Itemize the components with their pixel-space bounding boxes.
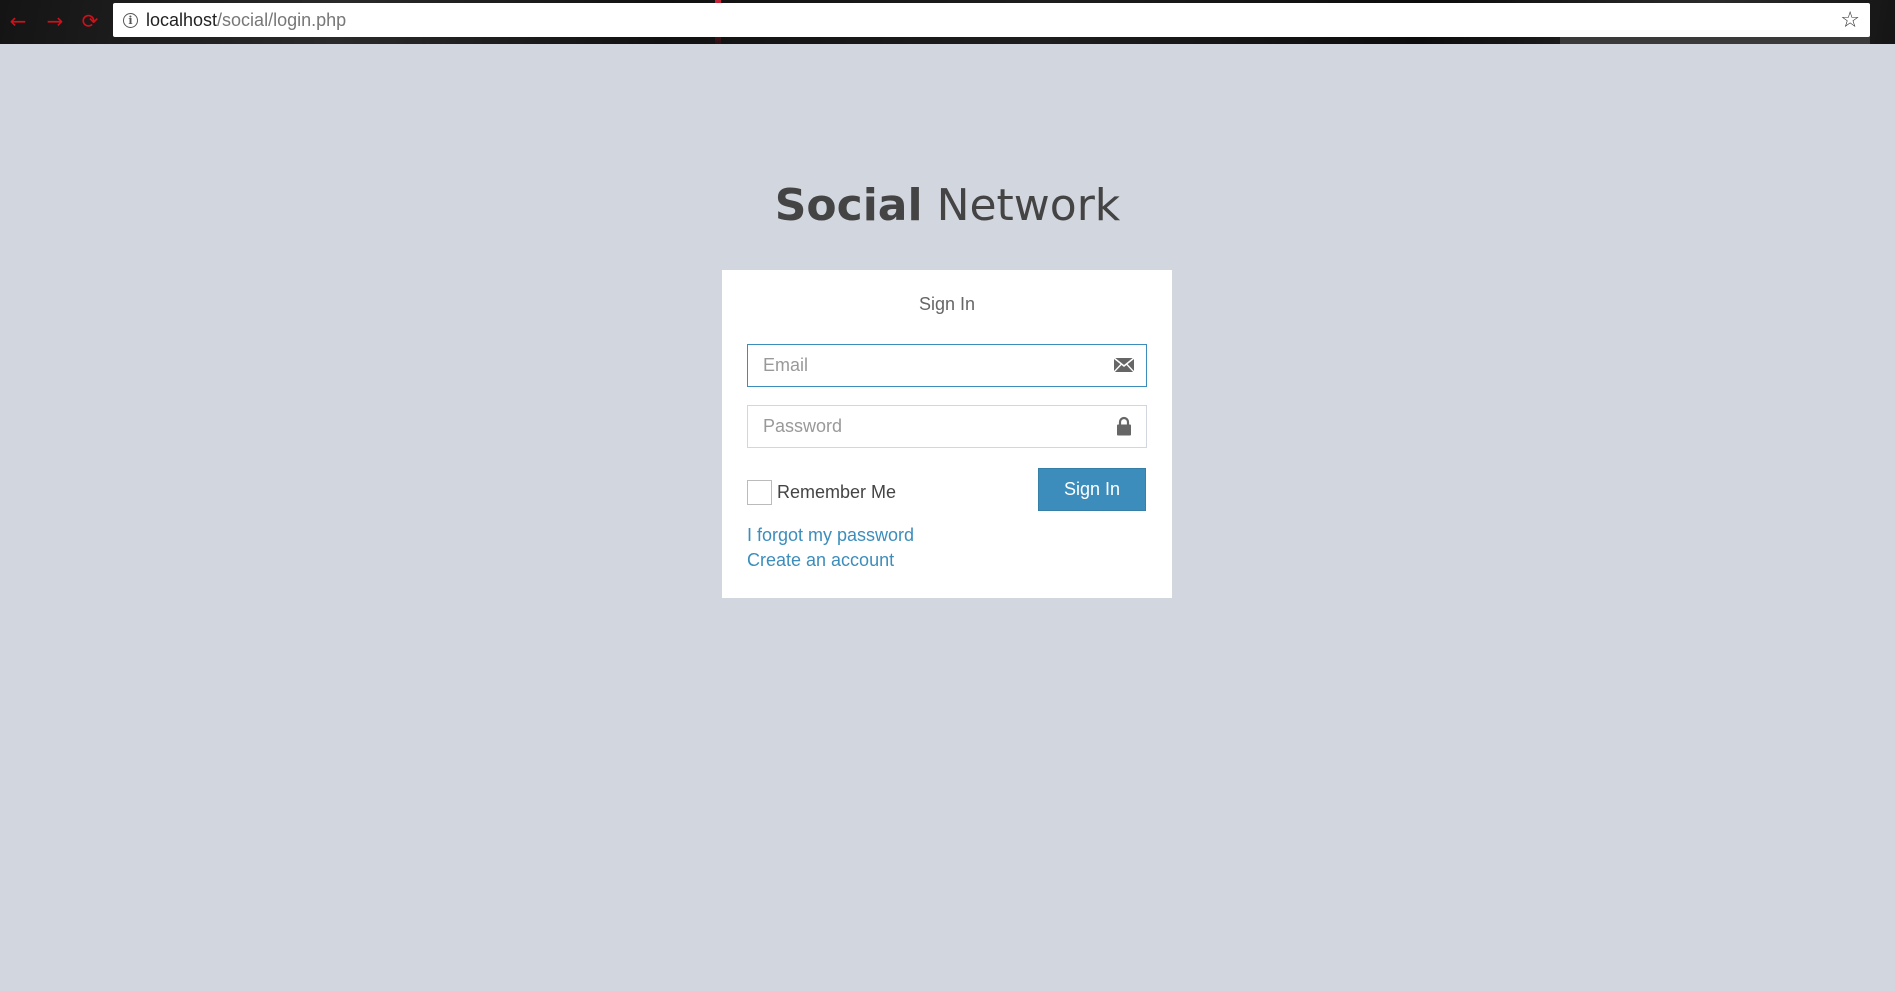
login-box: Sign In Remember Me Sign In I forgot my … [722,270,1172,598]
password-input[interactable] [748,406,1103,447]
browser-toolbar: ← → ⟳ i localhost/social/login.php ☆ [0,0,1895,44]
sign-in-button[interactable]: Sign In [1038,468,1146,511]
forgot-password-link[interactable]: I forgot my password [747,525,914,546]
remember-me-checkbox[interactable] [747,480,772,505]
login-box-message: Sign In [918,294,976,314]
url-host: localhost [146,9,218,30]
back-arrow-icon[interactable]: ← [6,9,30,33]
envelope-icon [1113,357,1135,373]
forward-arrow-icon[interactable]: → [43,9,67,33]
lock-icon [1117,416,1131,436]
info-icon[interactable]: i [123,12,138,28]
bookmark-star-icon[interactable]: ☆ [1840,8,1860,33]
create-account-link[interactable]: Create an account [747,550,894,571]
email-field-group [747,344,1147,387]
url-path: /social/login.php [217,9,347,30]
email-input[interactable] [748,345,1103,386]
address-bar[interactable]: i localhost/social/login.php ☆ [113,3,1870,37]
site-logo[interactable]: Social Network [0,180,1895,231]
logo-bold-text: Social [774,180,923,231]
reload-icon[interactable]: ⟳ [78,9,102,33]
remember-me-option[interactable]: Remember Me [747,480,896,505]
remember-me-label[interactable]: Remember Me [777,482,896,503]
password-field-group [747,405,1147,448]
logo-light-text: Network [922,180,1121,231]
url-text[interactable]: localhost/social/login.php [146,10,346,31]
